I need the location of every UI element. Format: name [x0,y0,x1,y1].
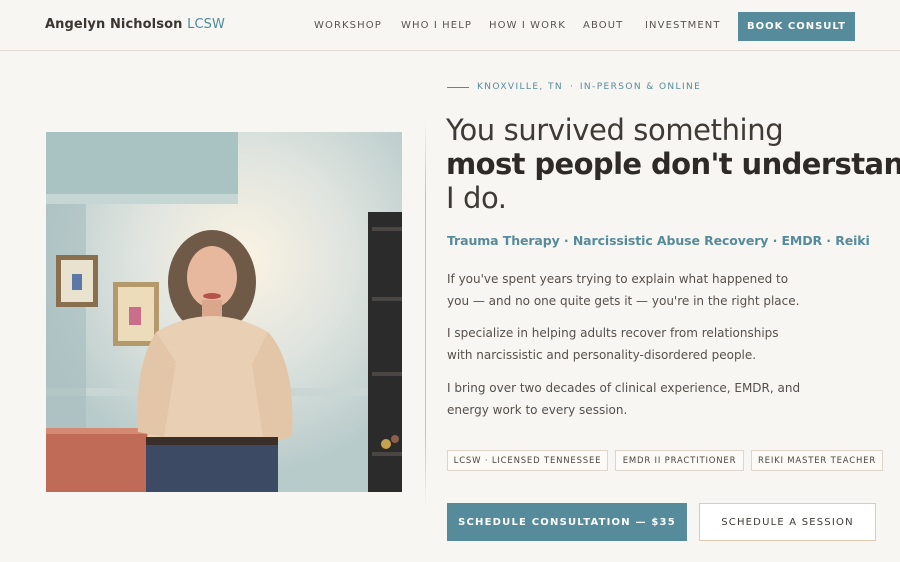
schedule-consultation-button[interactable]: SCHEDULE CONSULTATION — $35 [447,503,687,541]
location-text: KNOXVILLE, TN [477,82,563,92]
nav-link-who-i-help[interactable]: WHO I HELP [401,20,472,31]
nav-link-how-i-work[interactable]: HOW I WORK [489,20,566,31]
nav-link-investment[interactable]: INVESTMENT [645,20,721,31]
credential-badge-emdr: EMDR II PRACTITIONER [615,450,744,471]
eyebrow-rule [447,86,469,88]
nav-link-workshop[interactable]: WORKSHOP [314,20,382,31]
credential-badge-lcsw: LCSW · LICENSED TENNESSEE [447,450,608,471]
site-header: Angelyn Nicholson LCSW WORKSHOP WHO I HE… [0,0,900,51]
brand-credential: LCSW [187,17,225,32]
services-list: Trauma Therapy · Narcissistic Abuse Reco… [447,233,870,248]
nav-link-about[interactable]: ABOUT [583,20,623,31]
headline-line-2: most people don't understand. [446,147,900,181]
headline-line-1: You survived something [446,113,784,147]
vertical-divider [425,118,426,508]
intro-paragraph-2: I specialize in helping adults recover f… [447,326,779,362]
intro-paragraph-3: I bring over two decades of clinical exp… [447,381,801,417]
intro-paragraph-1: If you've spent years trying to explain … [447,272,800,308]
headline-line-3: I do. [446,181,507,215]
brand-name: Angelyn Nicholson [45,17,183,32]
credential-badge-reiki: REIKI MASTER TEACHER [751,450,883,471]
brand-logo[interactable]: Angelyn Nicholson LCSW [45,17,225,32]
therapist-photo [46,132,402,492]
location-eyebrow: KNOXVILLE, TN · IN-PERSON & ONLINE [447,82,701,92]
eyebrow-separator: · [570,82,573,92]
book-consult-button[interactable]: BOOK CONSULT [738,12,855,41]
session-mode-text: IN-PERSON & ONLINE [579,82,702,92]
schedule-session-button[interactable]: SCHEDULE A SESSION [699,503,876,541]
